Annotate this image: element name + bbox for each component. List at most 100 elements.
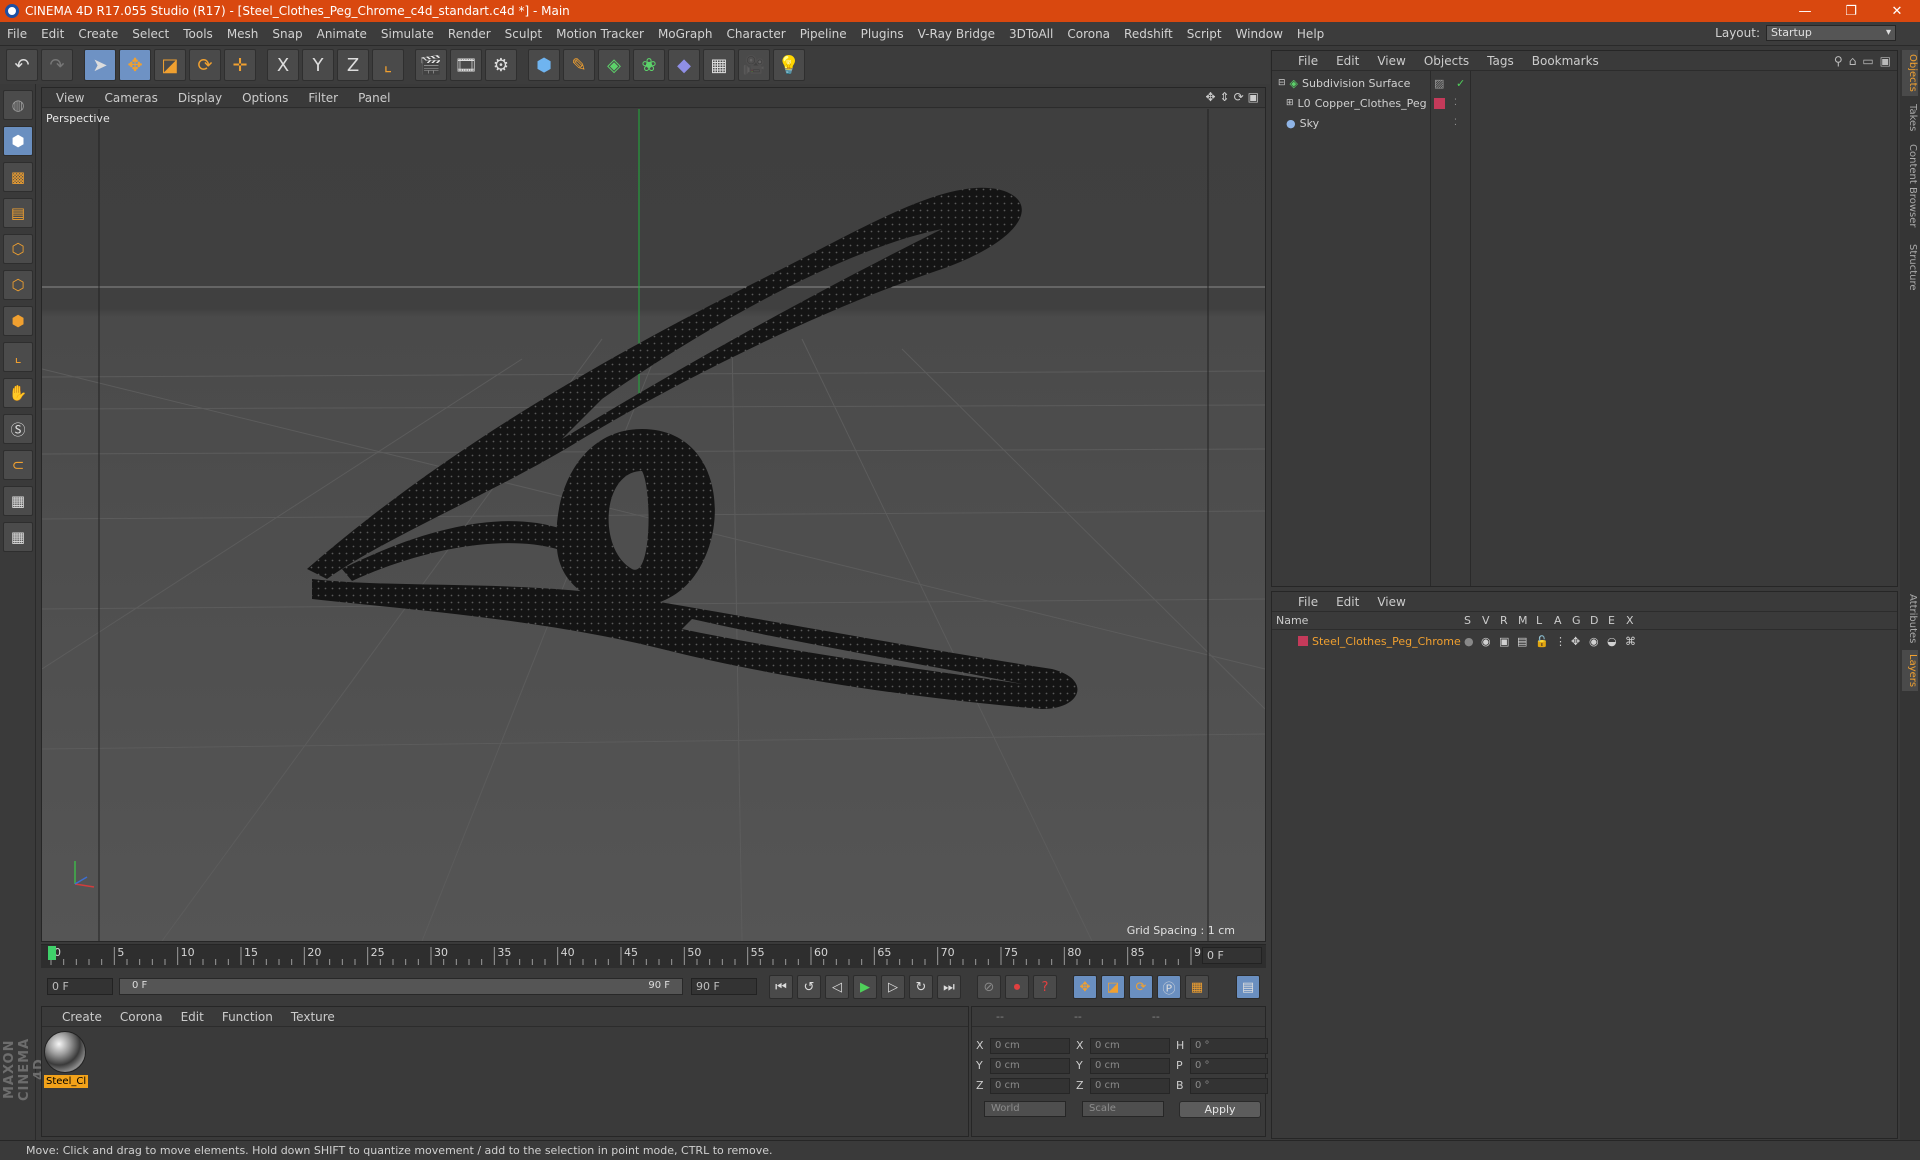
polygons-mode-icon[interactable]: ⬢	[3, 306, 33, 336]
visibility-dots-icon[interactable]: ⁚	[1454, 118, 1457, 128]
goto-start-icon[interactable]: ⏮	[769, 975, 793, 999]
layer-color-swatch[interactable]	[1298, 636, 1308, 646]
expand-icon[interactable]: ⊞	[1286, 98, 1294, 108]
snap-icon[interactable]: Ⓢ	[3, 414, 33, 444]
preview-range-slider[interactable]: 0 F 90 F	[119, 978, 683, 995]
obj-menu-bookmarks[interactable]: Bookmarks	[1524, 54, 1607, 68]
pan-view-icon[interactable]: ✥	[1205, 90, 1215, 104]
subdivision-icon[interactable]: ◈	[598, 49, 630, 81]
deformer-icon[interactable]: ◆	[668, 49, 700, 81]
obj-menu-view[interactable]: View	[1369, 54, 1413, 68]
vp-menu-display[interactable]: Display	[170, 91, 230, 105]
mat-menu-create[interactable]: Create	[54, 1010, 110, 1024]
coord-size-mode-select[interactable]: Scale	[1082, 1101, 1164, 1117]
object-row-subdivision[interactable]: ⊟ ◈ Subdivision Surface ▨ ✓	[1272, 73, 1897, 93]
floor-icon[interactable]: ▦	[703, 49, 735, 81]
orbit-view-icon[interactable]: ⟳	[1234, 90, 1244, 104]
undo-icon[interactable]: ↶	[6, 49, 38, 81]
playhead-marker[interactable]	[48, 946, 56, 960]
size-z-field[interactable]: 0 cm	[1090, 1077, 1170, 1094]
viewport-canvas[interactable]	[42, 109, 1265, 941]
layer-solo-icon[interactable]: ●	[1464, 635, 1474, 648]
render-settings-icon[interactable]: ⚙	[485, 49, 517, 81]
redo-icon[interactable]: ↷	[41, 49, 73, 81]
coordinate-system-icon[interactable]: ⌞	[372, 49, 404, 81]
layer-menu-edit[interactable]: Edit	[1328, 595, 1367, 609]
x-axis-icon[interactable]: X	[267, 49, 299, 81]
keyframe-auto-icon[interactable]: ⊘	[977, 975, 1001, 999]
menu-select[interactable]: Select	[125, 27, 176, 41]
menu-mograph[interactable]: MoGraph	[651, 27, 720, 41]
magnet-icon[interactable]: ⊂	[3, 450, 33, 480]
menu-animate[interactable]: Animate	[310, 27, 374, 41]
layout-select[interactable]: Startup	[1766, 25, 1896, 41]
record-icon[interactable]: ⏺	[1005, 975, 1029, 999]
object-row-peg[interactable]: ⊞ L0 Copper_Clothes_Peg ⁚	[1272, 93, 1897, 113]
visibility-dots-icon[interactable]: ⁚	[1454, 98, 1457, 108]
vp-menu-panel[interactable]: Panel	[350, 91, 398, 105]
dolly-view-icon[interactable]: ⇕	[1220, 90, 1230, 104]
menu-vray-bridge[interactable]: V-Ray Bridge	[911, 27, 1002, 41]
minimize-button[interactable]: —	[1782, 0, 1828, 22]
axis-mode-icon[interactable]: ⌞	[3, 342, 33, 372]
position-x-field[interactable]: 0 cm	[990, 1037, 1070, 1054]
vp-menu-view[interactable]: View	[48, 91, 92, 105]
layer-generators-icon[interactable]: ✥	[1571, 635, 1580, 648]
panel-options-icon[interactable]: ▣	[1880, 54, 1891, 68]
menu-character[interactable]: Character	[719, 27, 792, 41]
size-x-field[interactable]: 0 cm	[1090, 1037, 1170, 1054]
rotate-icon[interactable]: ⟳	[189, 49, 221, 81]
layer-animation-icon[interactable]: ⋮	[1555, 635, 1566, 648]
points-mode-icon[interactable]: ⬡	[3, 234, 33, 264]
layer-deformers-icon[interactable]: ◉	[1589, 635, 1599, 648]
move-icon[interactable]: ✥	[119, 49, 151, 81]
menu-script[interactable]: Script	[1180, 27, 1229, 41]
obj-menu-tags[interactable]: Tags	[1479, 54, 1522, 68]
mat-menu-function[interactable]: Function	[214, 1010, 281, 1024]
prev-frame-icon[interactable]: ◁	[825, 975, 849, 999]
cube-primitive-icon[interactable]: ⬢	[528, 49, 560, 81]
next-frame-icon[interactable]: ▷	[881, 975, 905, 999]
key-position-icon[interactable]: ✥	[1073, 975, 1097, 999]
pen-spline-icon[interactable]: ✎	[563, 49, 595, 81]
vp-menu-options[interactable]: Options	[234, 91, 296, 105]
apply-button[interactable]: Apply	[1179, 1101, 1261, 1118]
multi-transform-icon[interactable]: ✛	[224, 49, 256, 81]
menu-snap[interactable]: Snap	[265, 27, 309, 41]
lock-workplane-icon[interactable]: ▦	[3, 486, 33, 516]
layer-xref-icon[interactable]: ⌘	[1625, 635, 1636, 648]
menu-edit[interactable]: Edit	[34, 27, 71, 41]
camera-icon[interactable]: 🎥	[738, 49, 770, 81]
timeline-ruler[interactable]: 051015202530354045505560657075808590 0 F	[41, 944, 1266, 968]
layer-menu-file[interactable]: File	[1290, 595, 1326, 609]
mat-menu-corona[interactable]: Corona	[112, 1010, 171, 1024]
layer-manager-icon[interactable]: ▤	[1517, 635, 1527, 648]
position-y-field[interactable]: 0 cm	[990, 1057, 1070, 1074]
rotation-p-field[interactable]: 0 °	[1190, 1057, 1268, 1074]
cloner-icon[interactable]: ❀	[633, 49, 665, 81]
home-icon[interactable]: ⌂	[1849, 54, 1857, 68]
next-key-icon[interactable]: ↻	[909, 975, 933, 999]
collapse-icon[interactable]: ⊟	[1278, 78, 1286, 88]
layer-row[interactable]: Steel_Clothes_Peg_Chrome ● ◉ ▣ ▤ 🔓 ⋮ ✥ ◉…	[1272, 632, 1897, 650]
obj-menu-objects[interactable]: Objects	[1416, 54, 1477, 68]
menu-create[interactable]: Create	[71, 27, 125, 41]
enabled-check-icon[interactable]: ✓	[1456, 77, 1465, 90]
layer-view-icon[interactable]: ◉	[1481, 635, 1491, 648]
start-frame-field[interactable]: 0 F	[47, 978, 113, 995]
y-axis-icon[interactable]: Y	[302, 49, 334, 81]
vp-menu-cameras[interactable]: Cameras	[96, 91, 165, 105]
timeline-window-icon[interactable]: ▤	[1236, 975, 1260, 999]
key-pla-icon[interactable]: ▦	[1185, 975, 1209, 999]
key-rotation-icon[interactable]: ⟳	[1129, 975, 1153, 999]
visibility-toggle-icon[interactable]: ▨	[1434, 77, 1444, 90]
layer-lock-icon[interactable]: 🔓	[1535, 635, 1549, 648]
search-icon[interactable]: ⚲	[1834, 54, 1843, 68]
obj-menu-edit[interactable]: Edit	[1328, 54, 1367, 68]
edges-mode-icon[interactable]: ⬡	[3, 270, 33, 300]
make-editable-icon[interactable]: ◍	[3, 90, 33, 120]
close-button[interactable]: ✕	[1874, 0, 1920, 22]
layer-color-swatch[interactable]	[1434, 98, 1445, 109]
current-frame-field[interactable]: 0 F	[1202, 947, 1262, 964]
menu-tools[interactable]: Tools	[176, 27, 220, 41]
